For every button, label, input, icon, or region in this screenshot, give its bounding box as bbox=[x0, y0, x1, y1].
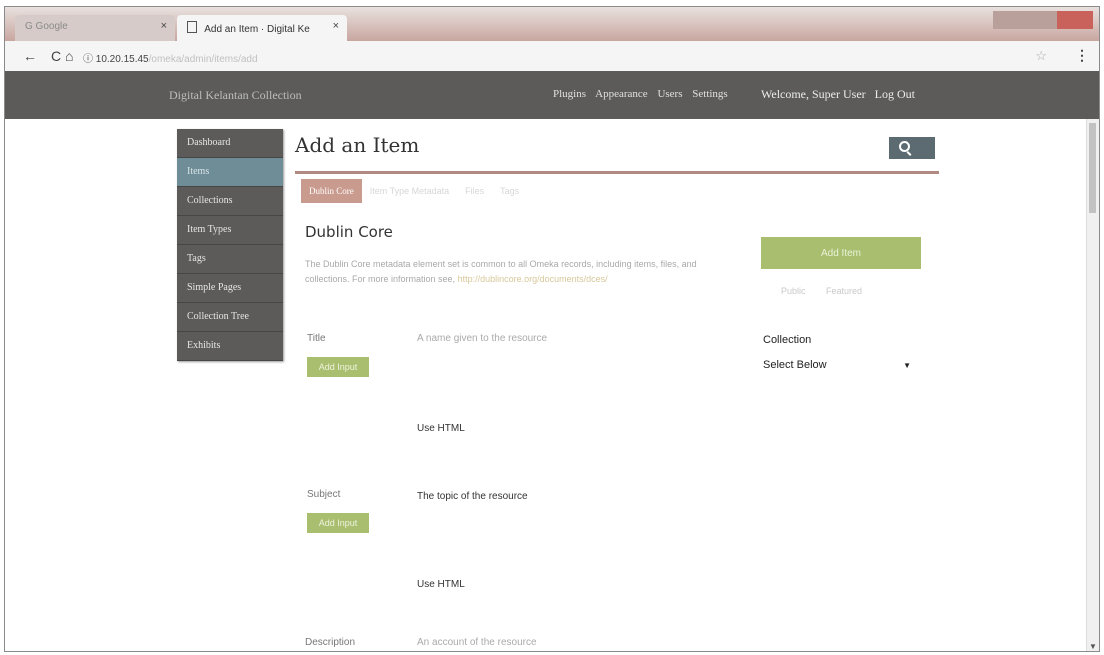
collection-selected-value: Select Below bbox=[763, 359, 827, 371]
add-item-button[interactable]: Add Item bbox=[761, 237, 921, 269]
nav-plugins[interactable]: Plugins bbox=[553, 88, 586, 100]
use-html-checkbox[interactable]: Use HTML bbox=[417, 579, 465, 590]
logout-link[interactable]: Log Out bbox=[875, 87, 915, 101]
field-hint-title: A name given to the resource bbox=[417, 333, 548, 344]
url-host: 10.20.15.45 bbox=[95, 54, 149, 65]
browser-menu-icon[interactable]: ⋮ bbox=[1075, 47, 1089, 64]
add-input-button[interactable]: Add Input bbox=[307, 513, 369, 533]
tab-add-item[interactable]: Add an Item · Digital Ke × bbox=[177, 15, 347, 41]
collection-label: Collection bbox=[763, 334, 812, 346]
field-label-title: Title bbox=[307, 333, 326, 344]
collection-select[interactable]: Select Below ▼ bbox=[763, 359, 923, 377]
tab-item-type-metadata[interactable]: Item Type Metadata bbox=[362, 179, 457, 203]
sidebar-item-item-types[interactable]: Item Types bbox=[177, 216, 283, 245]
tab-dublin-core[interactable]: Dublin Core bbox=[301, 179, 362, 203]
section-title: Dublin Core bbox=[305, 223, 393, 241]
dropdown-arrow-icon: ▼ bbox=[903, 361, 911, 370]
featured-checkbox[interactable]: Featured bbox=[826, 286, 862, 296]
add-input-button[interactable]: Add Input bbox=[307, 357, 369, 377]
tab-google[interactable]: G Google × bbox=[15, 15, 175, 41]
page-title: Add an Item bbox=[295, 133, 420, 157]
sidebar-item-tags[interactable]: Tags bbox=[177, 245, 283, 274]
nav-users[interactable]: Users bbox=[657, 88, 682, 100]
window-controls[interactable] bbox=[993, 11, 1093, 29]
sidebar-item-collection-tree[interactable]: Collection Tree bbox=[177, 303, 283, 332]
search-icon bbox=[899, 141, 910, 152]
user-menu: Welcome, Super User Log Out bbox=[761, 87, 921, 102]
sidebar-item-exhibits[interactable]: Exhibits bbox=[177, 332, 283, 361]
home-icon[interactable]: ⌂ bbox=[65, 48, 73, 64]
field-hint-description: An account of the resource bbox=[417, 637, 537, 648]
back-icon[interactable]: ← bbox=[23, 48, 37, 64]
use-html-checkbox[interactable]: Use HTML bbox=[417, 423, 465, 434]
site-title[interactable]: Digital Kelantan Collection bbox=[169, 88, 302, 103]
sidebar-item-dashboard[interactable]: Dashboard bbox=[177, 129, 283, 158]
public-checkbox[interactable]: Public bbox=[781, 286, 806, 296]
field-label-description: Description bbox=[305, 637, 356, 648]
tab-title: G Google bbox=[25, 21, 68, 32]
reload-icon[interactable]: C bbox=[51, 48, 61, 64]
welcome-text[interactable]: Welcome, Super User bbox=[761, 87, 866, 101]
item-tabs: Dublin Core Item Type Metadata Files Tags bbox=[301, 179, 527, 203]
sidebar-item-items[interactable]: Items bbox=[177, 158, 283, 187]
sidebar-item-collections[interactable]: Collections bbox=[177, 187, 283, 216]
tab-files[interactable]: Files bbox=[457, 179, 492, 203]
sidebar-item-simple-pages[interactable]: Simple Pages bbox=[177, 274, 283, 303]
page-scrollbar[interactable]: ▼ bbox=[1086, 119, 1099, 651]
nav-settings[interactable]: Settings bbox=[692, 88, 727, 100]
url-field[interactable]: ⓘ 10.20.15.45/omeka/admin/items/add bbox=[83, 50, 258, 65]
nav-appearance[interactable]: Appearance bbox=[595, 88, 648, 100]
info-icon: ⓘ bbox=[83, 54, 96, 65]
section-description: The Dublin Core metadata element set is … bbox=[305, 257, 735, 287]
sidebar: Dashboard Items Collections Item Types T… bbox=[177, 129, 283, 361]
scroll-down-arrow-icon[interactable]: ▼ bbox=[1089, 642, 1097, 651]
window-close-button[interactable] bbox=[1057, 11, 1093, 29]
url-path: /omeka/admin/items/add bbox=[148, 54, 258, 65]
admin-header: Digital Kelantan Collection Plugins Appe… bbox=[5, 71, 1099, 119]
address-bar: ← C ⌂ ⓘ 10.20.15.45/omeka/admin/items/ad… bbox=[5, 41, 1099, 72]
dublin-core-link[interactable]: http://dublincore.org/documents/dces/ bbox=[458, 274, 608, 284]
visibility-options: Public Featured bbox=[781, 286, 880, 296]
field-hint-subject: The topic of the resource bbox=[417, 491, 528, 502]
field-label-subject: Subject bbox=[307, 489, 341, 500]
browser-window: G Google × Add an Item · Digital Ke × ← … bbox=[4, 6, 1100, 652]
scrollbar-thumb[interactable] bbox=[1089, 123, 1096, 213]
tab-tags[interactable]: Tags bbox=[492, 179, 527, 203]
tab-title: Add an Item · Digital Ke bbox=[204, 24, 310, 35]
admin-nav: Plugins Appearance Users Settings bbox=[553, 88, 735, 100]
close-icon[interactable]: × bbox=[333, 20, 339, 32]
tab-bar: G Google × Add an Item · Digital Ke × bbox=[5, 7, 1099, 41]
search-button[interactable] bbox=[889, 137, 935, 159]
page-icon bbox=[187, 21, 197, 33]
bookmark-star-icon[interactable]: ☆ bbox=[1035, 48, 1047, 64]
title-divider bbox=[295, 171, 939, 174]
close-icon[interactable]: × bbox=[161, 20, 167, 32]
